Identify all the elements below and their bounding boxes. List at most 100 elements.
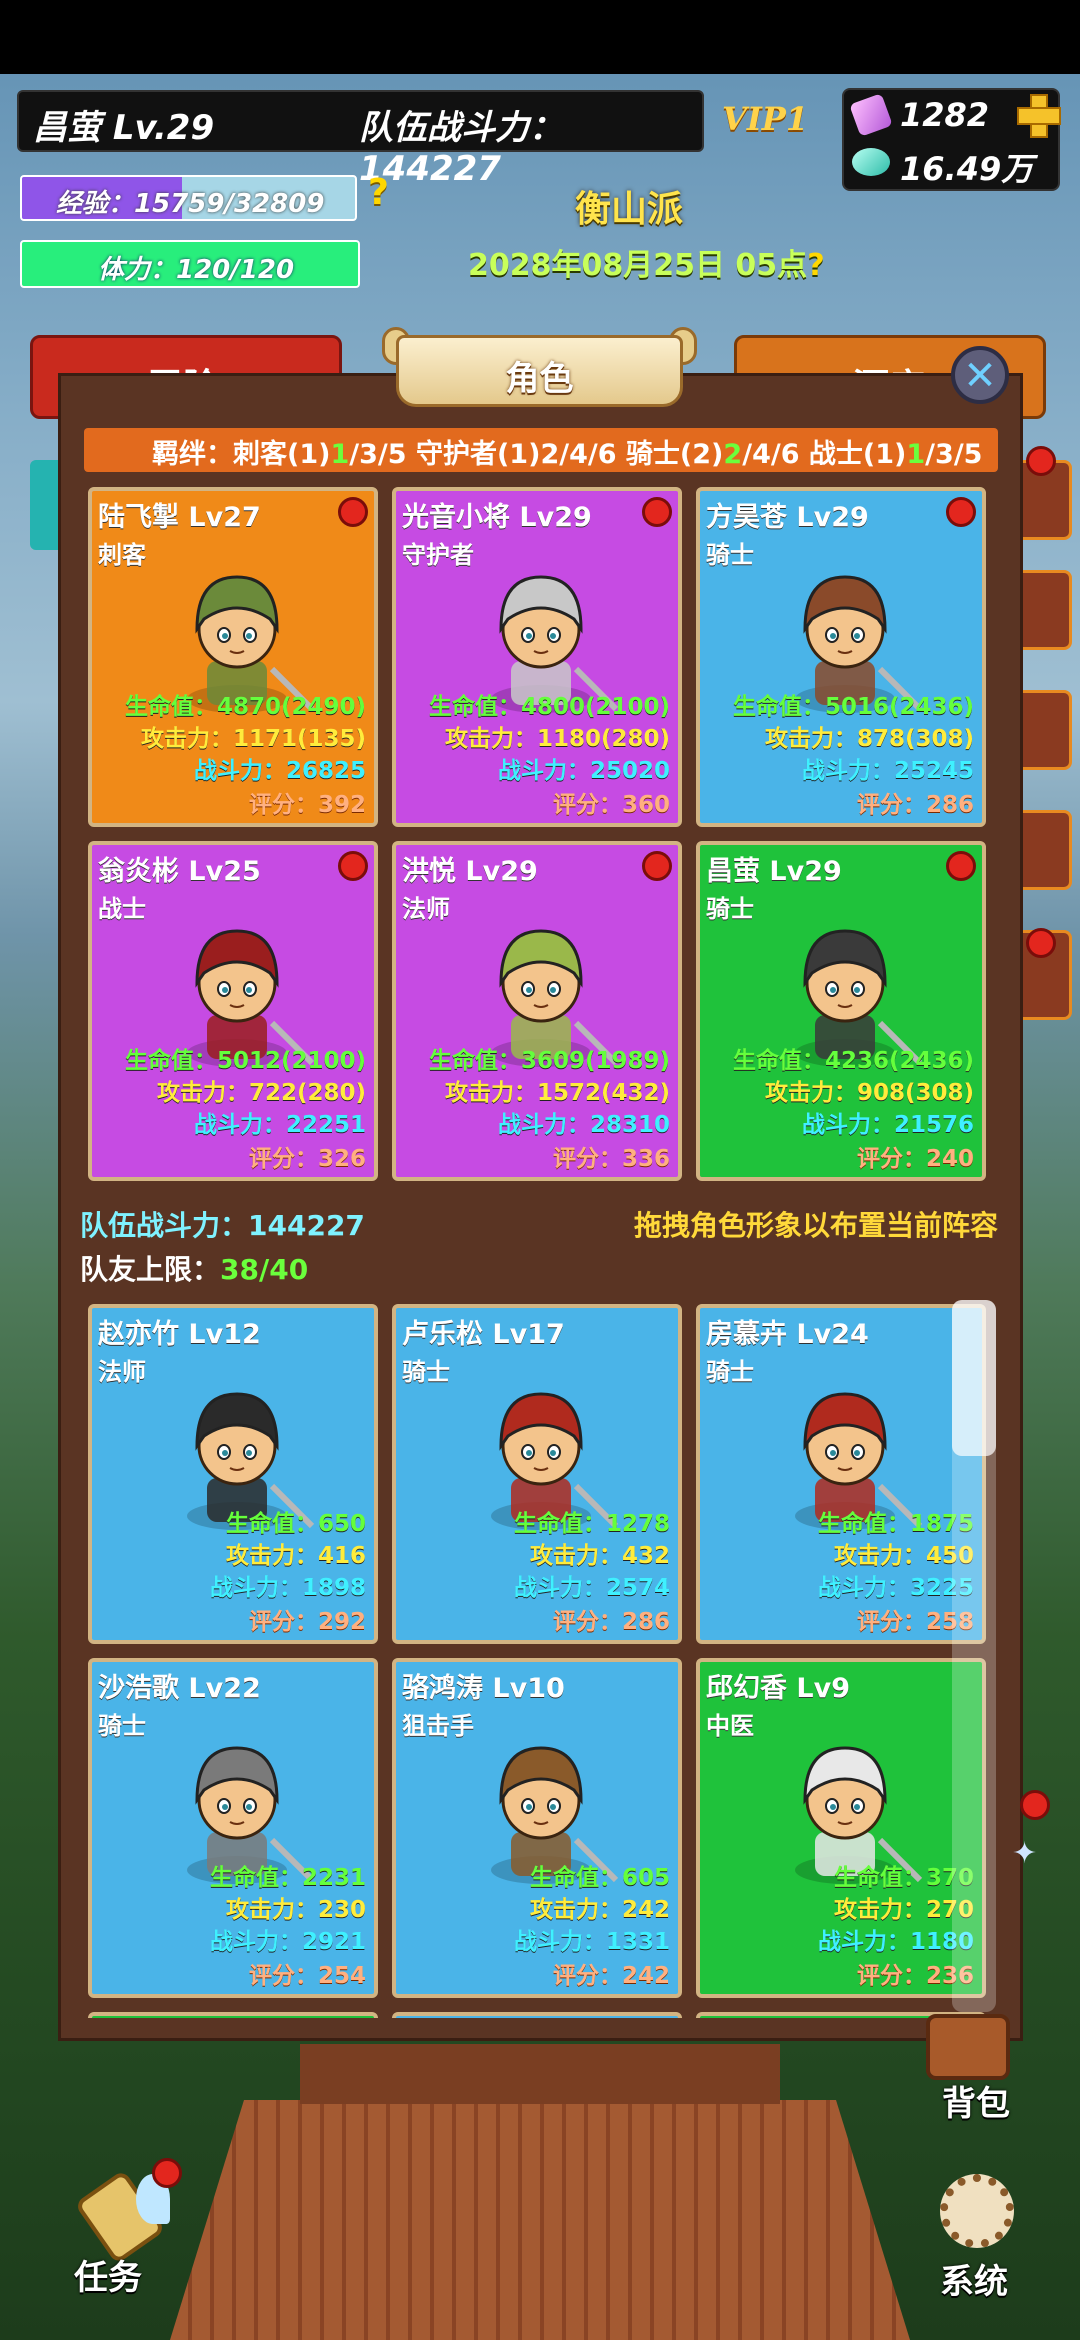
bag-icon — [926, 2014, 1010, 2080]
roster-card-1[interactable]: 卢乐松 Lv17 骑士 生命值：1278 攻击力：432 战斗力：2574 评分：286 — [392, 1304, 682, 1644]
bag-label: 背包 — [942, 2084, 1010, 2124]
power-stat: 战斗力：21576 — [801, 1112, 974, 1138]
bag-button[interactable]: 背包 — [912, 2010, 1042, 2130]
exp-bar: 经验：15759/32809 — [20, 175, 357, 221]
character-class: 法师 — [98, 1358, 146, 1386]
attack-stat: 攻击力：1171(135) — [140, 726, 366, 752]
roster-scrollbar[interactable] — [952, 1300, 996, 2012]
jade-count: 16.49万 — [900, 150, 1034, 188]
lineup-card-2[interactable]: 方昊苍 Lv29 骑士 生命值：5016(2436) 攻击力：878(308) 战斗力：… — [696, 487, 986, 827]
player-info-bar[interactable]: 昌萤 Lv.29 队伍战斗力：144227 — [17, 90, 704, 189]
exp-label: 经验：15759/32809 — [56, 189, 325, 219]
roster-scroll-thumb[interactable] — [952, 1300, 996, 1456]
roster-card-5[interactable]: 邱幻香 Lv9 中医 生命值：370 攻击力：270 战斗力：1180 评分：236 — [696, 1658, 986, 1998]
add-currency-plus-icon[interactable] — [1015, 92, 1061, 138]
attack-stat: 攻击力：416 — [225, 1543, 366, 1569]
attack-stat: 攻击力：242 — [529, 1897, 670, 1923]
character-class: 中医 — [706, 1712, 754, 1740]
power-stat: 战斗力：1331 — [513, 1929, 670, 1955]
character-name: 沙浩歌 Lv22 — [98, 1673, 261, 1704]
character-class: 骑士 — [706, 1358, 754, 1386]
team-power: 队伍战斗力：144227 — [80, 1204, 365, 1244]
power-stat: 战斗力：28310 — [497, 1112, 670, 1138]
bond-thresholds: /3/5 — [349, 439, 407, 470]
score-stat: 评分：286 — [856, 792, 974, 818]
team-power-value: 144227 — [248, 1209, 365, 1242]
gem-count: 1282 — [900, 96, 990, 134]
system-button[interactable]: 系统 — [920, 2170, 1040, 2302]
character-name: 骆鸿涛 Lv10 — [402, 1673, 565, 1704]
roster-card-partial[interactable] — [88, 2012, 378, 2018]
score-stat: 评分：292 — [248, 1609, 366, 1635]
lineup-card-1[interactable]: 光音小将 Lv29 守护者 生命值：4800(2100) 攻击力：1180(280) 战… — [392, 487, 682, 827]
bond-part-3: 战士(1) — [799, 439, 907, 470]
team-power-label: 队伍战斗力： — [80, 1209, 249, 1242]
roster-list[interactable]: 赵亦竹 Lv12 法师 生命值：650 攻击力：416 战斗力：1898 评分：292 卢乐… — [84, 1296, 1000, 2018]
roster-card-3[interactable]: 沙浩歌 Lv22 骑士 生命值：2231 攻击力：230 战斗力：2921 评分：254 — [88, 1658, 378, 1998]
status-dot — [642, 851, 672, 881]
status-dot — [946, 497, 976, 527]
panel-title-scroll: 角色 — [382, 327, 697, 415]
bond-active-count: 1 — [330, 439, 350, 470]
character-name: 邱幻香 Lv9 — [706, 1673, 850, 1704]
power-stat: 战斗力：3225 — [817, 1575, 974, 1601]
character-name: 房慕卉 Lv24 — [706, 1319, 869, 1350]
attack-stat: 攻击力：1180(280) — [444, 726, 670, 752]
roster-card-4[interactable]: 骆鸿涛 Lv10 狙击手 生命值：605 攻击力：242 战斗力：1331 评分：242 — [392, 1658, 682, 1998]
lightning-icon: ✦ — [1012, 1836, 1038, 1871]
score-stat: 评分：286 — [552, 1609, 670, 1635]
power-stat: 战斗力：1180 — [817, 1929, 974, 1955]
task-button[interactable]: 任务 — [60, 2169, 190, 2300]
hp-stat: 生命值：5016(2436) — [732, 694, 974, 720]
power-stat: 战斗力：25020 — [497, 758, 670, 784]
lineup-card-3[interactable]: 翁炎彬 Lv25 战士 生命值：5012(2100) 攻击力：722(280) 战斗力：… — [88, 841, 378, 1181]
notify-dot — [1026, 928, 1056, 958]
lineup-card-4[interactable]: 洪悦 Lv29 法师 生命值：3609(1989) 攻击力：1572(432) 战斗力：… — [392, 841, 682, 1181]
hp-stat: 生命值：4870(2490) — [124, 694, 366, 720]
roster-card-0[interactable]: 赵亦竹 Lv12 法师 生命值：650 攻击力：416 战斗力：1898 评分：292 — [88, 1304, 378, 1644]
roster-card-partial[interactable] — [392, 2012, 682, 2018]
teammate-limit: 队友上限：38/40 — [80, 1248, 308, 1288]
attack-stat: 攻击力：722(280) — [156, 1080, 366, 1106]
character-name: 赵亦竹 Lv12 — [98, 1319, 261, 1350]
status-dot — [946, 851, 976, 881]
lineup-card-0[interactable]: 陆飞掣 Lv27 刺客 生命值：4870(2490) 攻击力：1171(135) 战斗力… — [88, 487, 378, 827]
character-class: 骑士 — [98, 1712, 146, 1740]
notify-dot — [1020, 1790, 1050, 1820]
character-class: 守护者 — [402, 541, 474, 569]
power-stat: 战斗力：2921 — [209, 1929, 366, 1955]
roster-card-2[interactable]: 房慕卉 Lv24 骑士 生命值：1875 攻击力：450 战斗力：3225 评分：258 — [696, 1304, 986, 1644]
score-stat: 评分：240 — [856, 1146, 974, 1172]
bond-active-count: 1 — [906, 439, 926, 470]
stamina-label: 体力：120/120 — [98, 255, 295, 285]
lineup-card-5[interactable]: 昌萤 Lv29 骑士 生命值：4236(2436) 攻击力：908(308) 战斗力：2… — [696, 841, 986, 1181]
bond-thresholds: 2/4/6 — [540, 439, 617, 470]
attack-stat: 攻击力：1572(432) — [444, 1080, 670, 1106]
status-dot — [642, 497, 672, 527]
date-help-icon[interactable]: ? — [807, 248, 824, 283]
attack-stat: 攻击力：230 — [225, 1897, 366, 1923]
team-power-header: 队伍战斗力：144227 — [359, 108, 563, 189]
vip-badge[interactable]: VIP1 — [722, 100, 808, 138]
status-dot — [338, 497, 368, 527]
limit-label: 队友上限： — [80, 1253, 221, 1286]
stamina-bar: 体力：120/120 — [20, 240, 360, 288]
character-class: 骑士 — [706, 541, 754, 569]
character-name: 陆飞掣 Lv27 — [98, 502, 261, 533]
character-name: 方昊苍 Lv29 — [706, 502, 869, 533]
game-date-text: 2028年08月25日 05点 — [468, 248, 808, 283]
character-name: 翁炎彬 Lv25 — [98, 856, 261, 887]
close-button[interactable]: ✕ — [951, 346, 1009, 404]
bond-bar: 羁绊：刺客(1)1/3/5 守护者(1)2/4/6 骑士(2)2/4/6 战士(… — [84, 428, 998, 472]
status-dot — [338, 851, 368, 881]
exp-help-icon[interactable]: ? — [368, 172, 389, 213]
power-stat: 战斗力：22251 — [193, 1112, 366, 1138]
panel-title: 角色 — [505, 359, 574, 399]
character-name: 卢乐松 Lv17 — [402, 1319, 565, 1350]
player-name: 昌萤 Lv.29 — [33, 108, 215, 148]
task-notify-dot — [152, 2158, 182, 2188]
game-date: 2028年08月25日 05点? — [468, 240, 825, 284]
score-stat: 评分：360 — [552, 792, 670, 818]
bond-thresholds: /3/5 — [925, 439, 983, 470]
character-name: 洪悦 Lv29 — [402, 856, 538, 887]
